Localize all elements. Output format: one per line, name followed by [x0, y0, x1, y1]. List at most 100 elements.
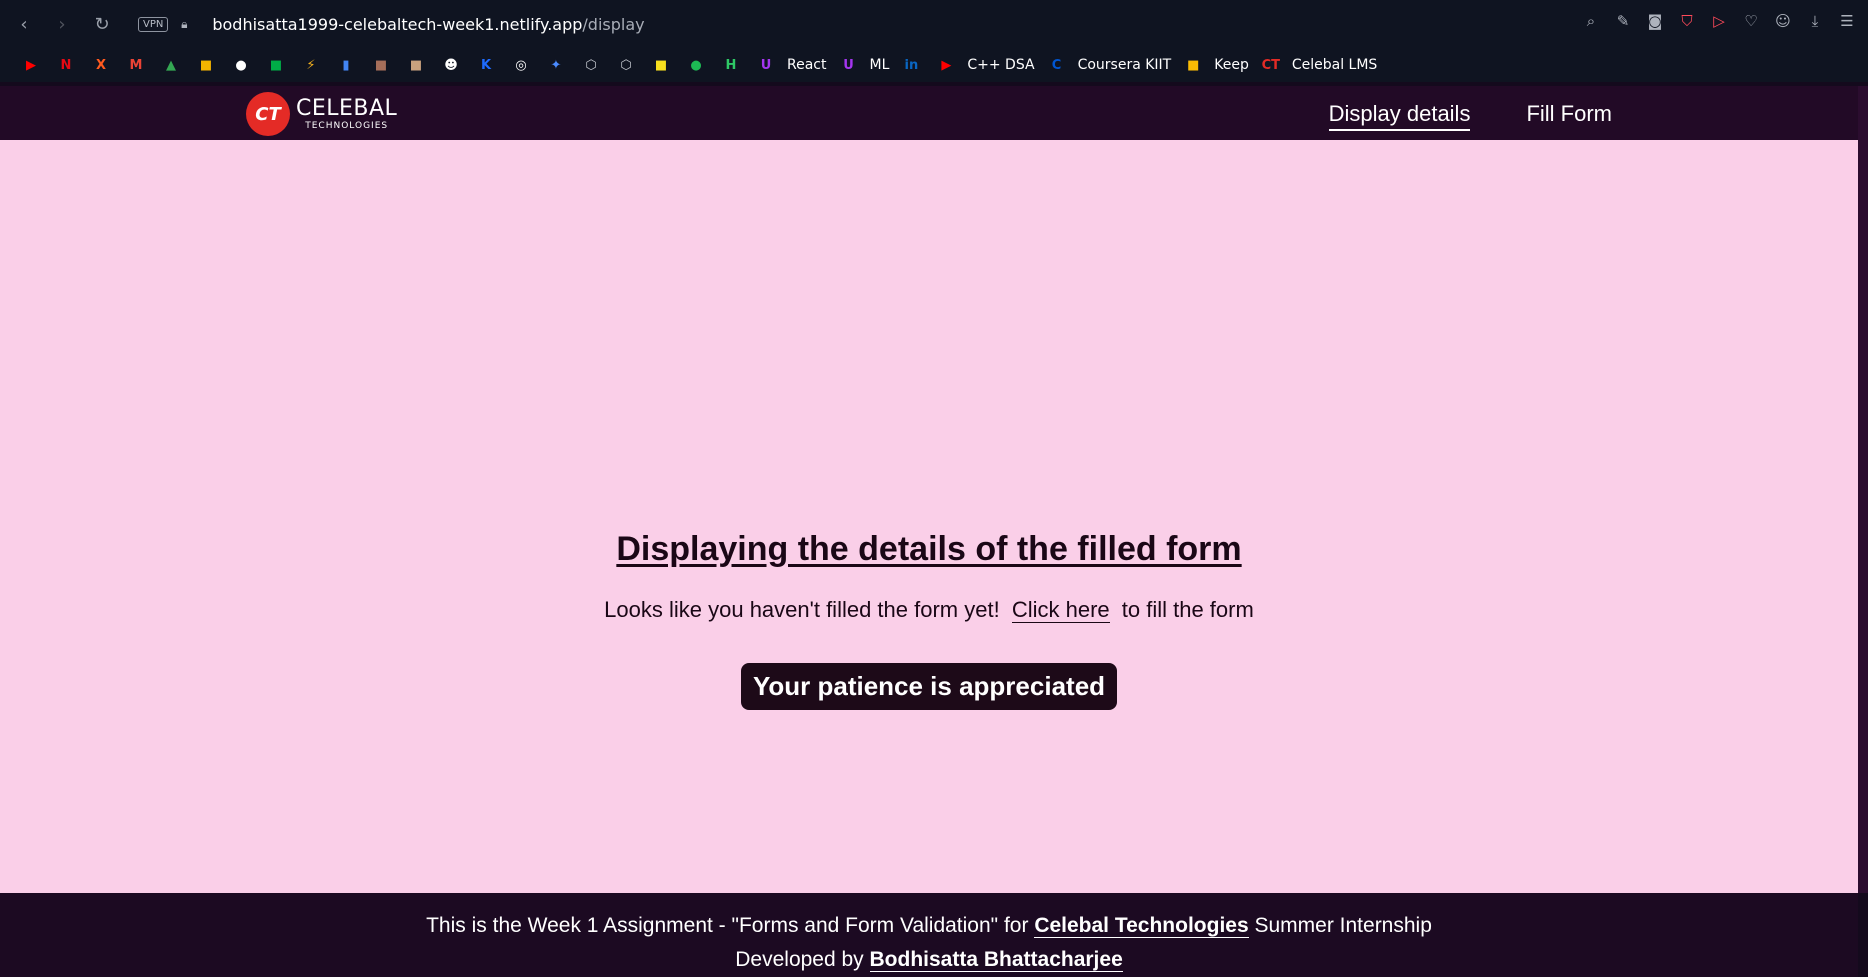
footer-dev-label: Developed by — [735, 948, 864, 971]
bookmark-item[interactable]: ▮ — [333, 54, 359, 76]
bookmark-item[interactable]: N — [53, 54, 79, 76]
meet-icon: ■ — [269, 57, 283, 73]
gmail-icon: M — [129, 57, 143, 73]
bookmark-item[interactable]: ● — [683, 54, 709, 76]
bookmark-label: Coursera KIIT — [1077, 57, 1172, 73]
openai-icon: ◎ — [515, 57, 527, 73]
bookmark-item[interactable]: ■ — [193, 54, 219, 76]
lock-icon[interactable]: 🔒︎ — [178, 17, 190, 31]
site-footer: This is the Week 1 Assignment - "Forms a… — [0, 893, 1858, 977]
footer-text-2: Summer Internship — [1254, 914, 1432, 937]
bookmark-item[interactable]: ⚡ — [298, 54, 324, 76]
browser-actions: ⌕ ✎ ◙ ⛉ ▷ ♡ ☺ ⤓ ☰ — [1580, 10, 1858, 32]
edit-icon[interactable]: ✎ — [1612, 10, 1634, 32]
celebal-icon: CT — [1261, 57, 1281, 73]
bookmark-label: Keep — [1214, 57, 1249, 73]
bookmark-item[interactable]: ▲ — [158, 54, 184, 76]
site-navbar: CT CELEBAL TECHNOLOGIES Display details … — [0, 86, 1858, 140]
heart-icon[interactable]: ♡ — [1740, 10, 1762, 32]
send-icon[interactable]: ▷ — [1708, 10, 1730, 32]
bookmark-item[interactable]: K — [473, 54, 499, 76]
vpn-badge[interactable]: VPN — [138, 16, 169, 32]
display-panel: Displaying the details of the filled for… — [0, 530, 1858, 710]
x-icon: X — [95, 57, 107, 73]
bookmark-item[interactable]: ✦ — [543, 54, 569, 76]
drive-icon: ▲ — [166, 57, 176, 73]
bookmark-item[interactable]: U React — [753, 54, 827, 76]
youtube-icon: ▶ — [941, 57, 952, 73]
address-bar[interactable]: bodhisatta1999-celebaltech-week1.netlify… — [212, 15, 644, 34]
spotify-icon: ● — [690, 57, 702, 73]
github-icon: ● — [235, 57, 247, 73]
bookmark-item[interactable]: ■ — [263, 54, 289, 76]
footer-line-1: This is the Week 1 Assignment - "Forms a… — [0, 909, 1858, 943]
footer-author-link[interactable]: Bodhisatta Bhattacharjee — [869, 948, 1123, 972]
bookmark-item[interactable]: ⬡ — [578, 54, 604, 76]
bookmark-item[interactable]: ■ — [368, 54, 394, 76]
footer-text-1: This is the Week 1 Assignment - "Forms a… — [426, 914, 1029, 937]
bookmark-item[interactable]: ■ Keep — [1180, 54, 1249, 76]
bookmark-item[interactable]: C Coursera KIIT — [1044, 54, 1172, 76]
bookmark-item[interactable]: ■ — [648, 54, 674, 76]
footer-company-link[interactable]: Celebal Technologies — [1034, 914, 1249, 938]
bookmark-item[interactable]: ☻ — [438, 54, 464, 76]
nav-fill-form[interactable]: Fill Form — [1526, 101, 1612, 131]
bookmark-item[interactable]: X — [88, 54, 114, 76]
download-icon[interactable]: ⤓ — [1804, 10, 1826, 32]
main-content: Displaying the details of the filled for… — [0, 140, 1858, 893]
bookmark-item[interactable]: ■ — [403, 54, 429, 76]
unity-icon: ⬡ — [620, 57, 632, 73]
youtube-icon: ▶ — [26, 57, 36, 73]
reload-icon[interactable]: ↻ — [88, 10, 116, 38]
bookmark-label: React — [787, 57, 827, 73]
patience-badge: Your patience is appreciated — [740, 663, 1118, 710]
bookmark-item[interactable]: CT Celebal LMS — [1258, 54, 1378, 76]
bookmark-item[interactable]: ◎ — [508, 54, 534, 76]
js-icon: ■ — [654, 57, 668, 73]
bookmark-item[interactable]: U ML — [835, 54, 889, 76]
search-icon[interactable]: ⌕ — [1580, 10, 1602, 32]
nav-links: Display details Fill Form — [1328, 101, 1612, 131]
celebal-logo[interactable]: CT CELEBAL TECHNOLOGIES — [246, 92, 397, 136]
bookmarks-bar: ▶ N X M ▲ ■ ● ■ ⚡ ▮ ■ ■ ☻ K ◎ ✦ ⬡ ⬡ ■ ● H U React U ML in ▶ C++ DSA… — [0, 48, 1868, 82]
kotlin-icon: K — [480, 57, 492, 73]
page-title: Displaying the details of the filled for… — [616, 530, 1242, 568]
bookmark-item[interactable]: ● — [228, 54, 254, 76]
netflix-icon: N — [60, 57, 72, 73]
hackerrank-icon: H — [725, 57, 737, 73]
analytics-icon: ▮ — [342, 57, 350, 73]
logo-sub-text: TECHNOLOGIES — [305, 120, 389, 131]
logo-mark: CT — [246, 92, 290, 136]
unity-icon: ⬡ — [585, 57, 597, 73]
bookmark-item[interactable]: ▶ C++ DSA — [933, 54, 1034, 76]
back-icon[interactable]: ‹ — [10, 10, 38, 38]
bookmark-label: ML — [869, 57, 890, 73]
footer-line-2: Developed by Bodhisatta Bhattacharjee — [0, 943, 1858, 977]
coursera-icon: C — [1051, 57, 1062, 73]
bookmark-item[interactable]: ⬡ — [613, 54, 639, 76]
url-host: bodhisatta1999-celebaltech-week1.netlify… — [212, 14, 583, 34]
message-before: Looks like you haven't filled the form y… — [604, 597, 1000, 622]
bookmark-item[interactable]: H — [718, 54, 744, 76]
page-scroll-edge — [1858, 86, 1868, 893]
profile-icon[interactable]: ☺ — [1772, 10, 1794, 32]
bookmark-item[interactable]: M — [123, 54, 149, 76]
logo-wordmark: CELEBAL TECHNOLOGIES — [296, 97, 397, 131]
keep-icon: ■ — [1187, 57, 1200, 73]
avatar-icon: ■ — [409, 57, 423, 73]
shield-icon[interactable]: ⛉ — [1676, 10, 1698, 32]
camera-icon[interactable]: ◙ — [1644, 10, 1666, 32]
bookmark-item[interactable]: ▶ — [18, 54, 44, 76]
bookmark-item[interactable]: in — [898, 54, 924, 76]
bookmark-label: Celebal LMS — [1291, 57, 1378, 73]
forward-icon[interactable]: › — [48, 10, 76, 38]
nav-display-details[interactable]: Display details — [1328, 101, 1471, 131]
menu-icon[interactable]: ☰ — [1836, 10, 1858, 32]
fill-form-link[interactable]: Click here — [1011, 597, 1110, 623]
udemy-icon: U — [760, 57, 772, 73]
classroom-icon: ■ — [199, 57, 213, 73]
message-after: to fill the form — [1121, 597, 1254, 622]
url-path: /display — [582, 14, 645, 34]
smiley-icon: ☻ — [444, 57, 458, 73]
flash-icon: ⚡ — [306, 57, 316, 73]
